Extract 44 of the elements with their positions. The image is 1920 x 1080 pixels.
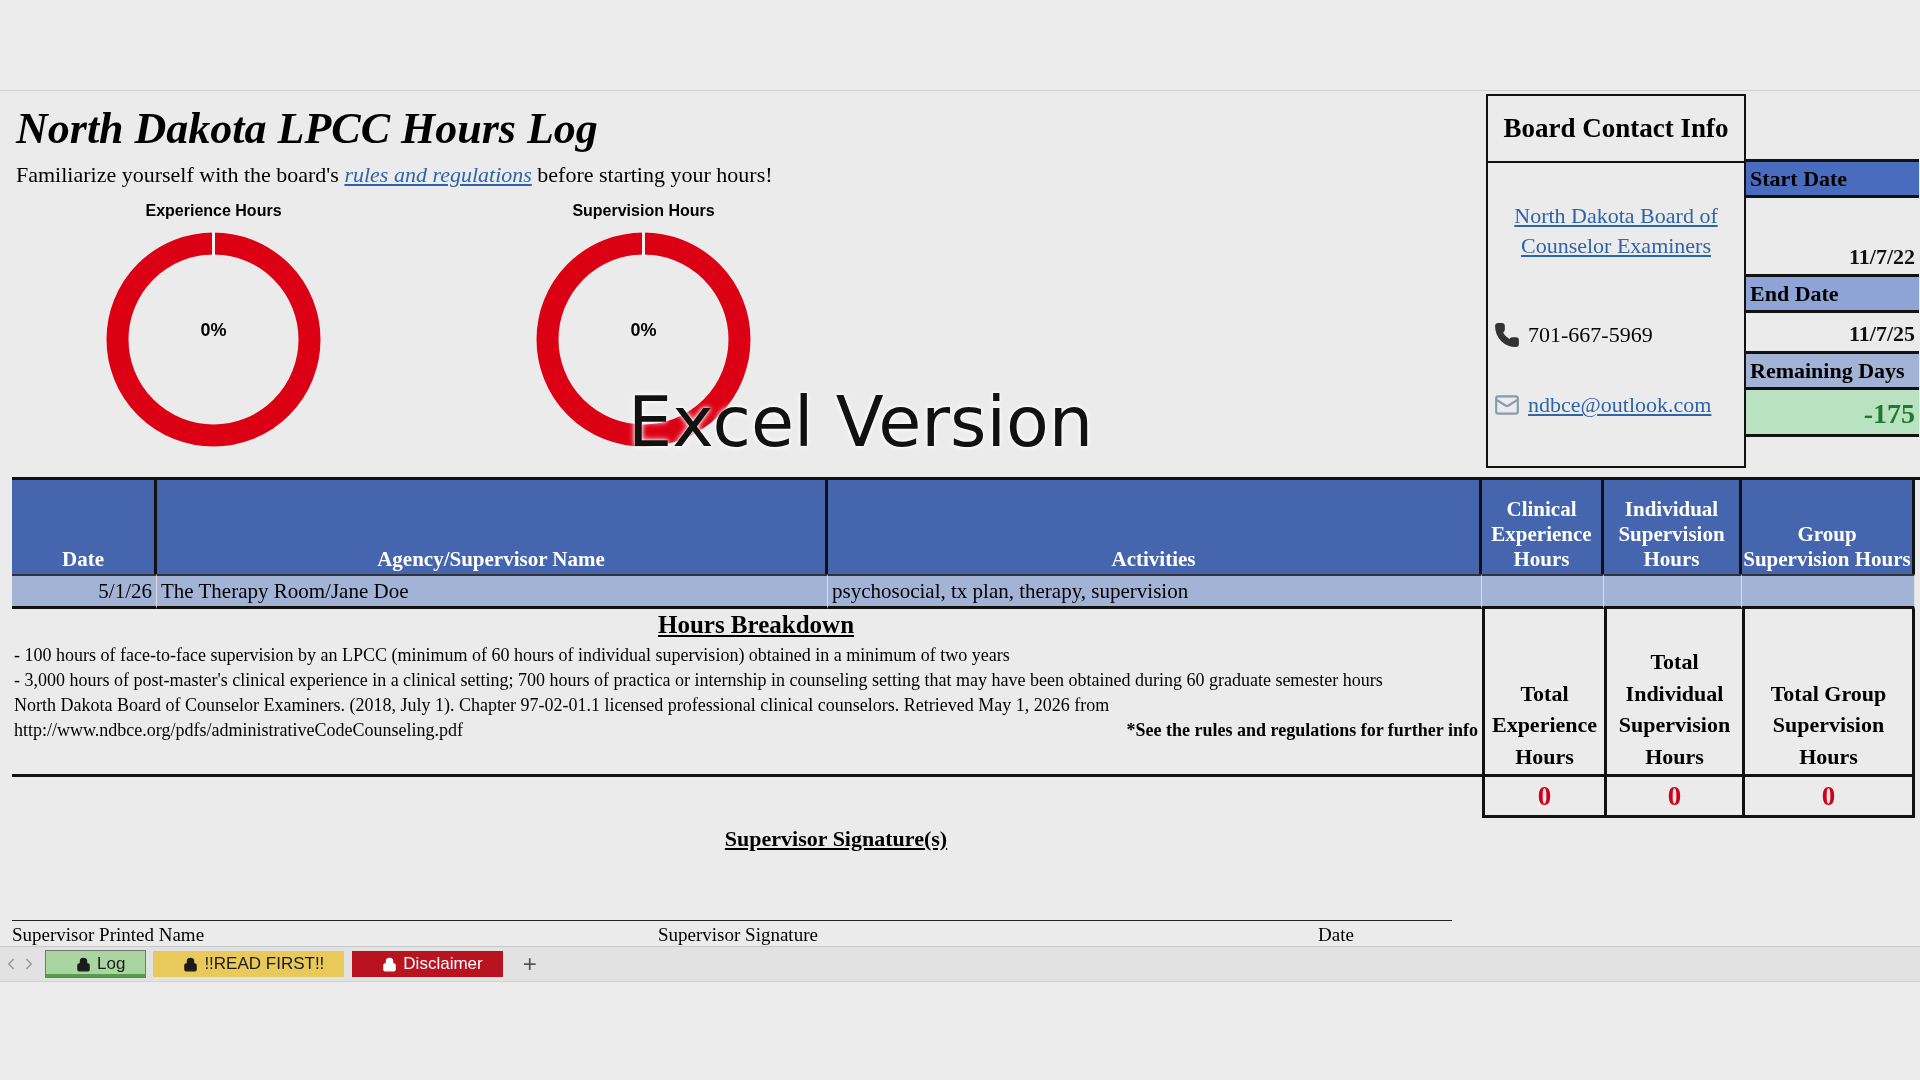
breakdown-text: - 3,000 hours of post-master's clinical experience in a clinical setting; 700 hours of practica or internship in counseling setting that may have been obtained during 60 graduate semester hours bbox=[14, 668, 1384, 692]
board-link[interactable]: North Dakota Board of Counselor Examiners bbox=[1494, 201, 1738, 261]
column-header: Activities bbox=[828, 480, 1482, 575]
total-value: 0 bbox=[1482, 777, 1604, 819]
email-link[interactable]: ndbce@outlook.com bbox=[1528, 392, 1712, 419]
breakdown-text: - 100 hours of face-to-face supervision by an LPCC (minimum of 60 hours of individual supervision) obtained in a minimum of two years bbox=[14, 643, 1011, 667]
date-label: Remaining Days bbox=[1746, 351, 1919, 387]
column-header: Individual Supervision Hours bbox=[1604, 480, 1742, 575]
remaining-days-value: -175 bbox=[1746, 387, 1919, 437]
url-text: http://www.ndbce.org/pdfs/administrativeCodeCounseling.pdf bbox=[14, 719, 463, 743]
breakdown-title: Hours Breakdown bbox=[657, 611, 855, 639]
column-header: Clinical Experience Hours bbox=[1482, 480, 1604, 575]
column-header: Group Supervision Hours bbox=[1742, 480, 1915, 575]
total-value: 0 bbox=[1604, 777, 1742, 819]
contact-title: Board Contact Info bbox=[1488, 96, 1744, 163]
table-cell: psychosocial, tx plan, therapy, supervision bbox=[828, 574, 1482, 610]
percent-label: 0% bbox=[630, 320, 657, 341]
column-header: Agency/Supervisor Name bbox=[157, 480, 828, 575]
rules-link[interactable]: rules and regulations bbox=[344, 162, 532, 187]
signature-field-label: Date bbox=[1318, 923, 1355, 946]
intro-text: Familiarize yourself with the board's rules and regulations before starting your hours! bbox=[16, 162, 774, 188]
table-cell: The Therapy Room/Jane Doe bbox=[157, 574, 828, 610]
chart-title: Supervision Hours bbox=[572, 202, 715, 220]
signature-field-label: Supervisor Signature bbox=[658, 923, 819, 946]
signature-field-label: Supervisor Printed Name bbox=[12, 923, 206, 946]
sheet-tab[interactable]: Disclaimer bbox=[352, 951, 503, 977]
note-text: *See the rules and regulations for further info bbox=[1126, 719, 1478, 743]
sheet-title: North Dakota LPCC Hours Log bbox=[16, 103, 599, 154]
table-cell: 5/1/26 bbox=[12, 574, 157, 610]
add-sheet-button[interactable]: + bbox=[510, 950, 549, 978]
percent-label: 0% bbox=[200, 320, 227, 341]
date-label: End Date bbox=[1746, 274, 1919, 310]
total-value: 0 bbox=[1742, 777, 1915, 819]
total-label: Total Individual Supervision Hours bbox=[1604, 609, 1742, 778]
signature-title: Supervisor Signature(s) bbox=[724, 826, 948, 853]
chart-title: Experience Hours bbox=[145, 202, 282, 220]
total-label: Total Experience Hours bbox=[1482, 609, 1604, 778]
breakdown-text: North Dakota Board of Counselor Examiners. (2018, July 1). Chapter 97-02-01.1 licensed professional clinical counselors. Retrieved May 1, 2026 from bbox=[14, 694, 1111, 717]
total-label: Total Group Supervision Hours bbox=[1742, 609, 1915, 778]
sheet-tab[interactable]: !!READ FIRST!! bbox=[153, 951, 345, 977]
date-label: Start Date bbox=[1746, 159, 1919, 195]
column-header: Date bbox=[12, 480, 157, 575]
sheet-tab[interactable]: Log bbox=[46, 951, 146, 977]
phone-number: 701-667-5969 bbox=[1528, 322, 1653, 349]
